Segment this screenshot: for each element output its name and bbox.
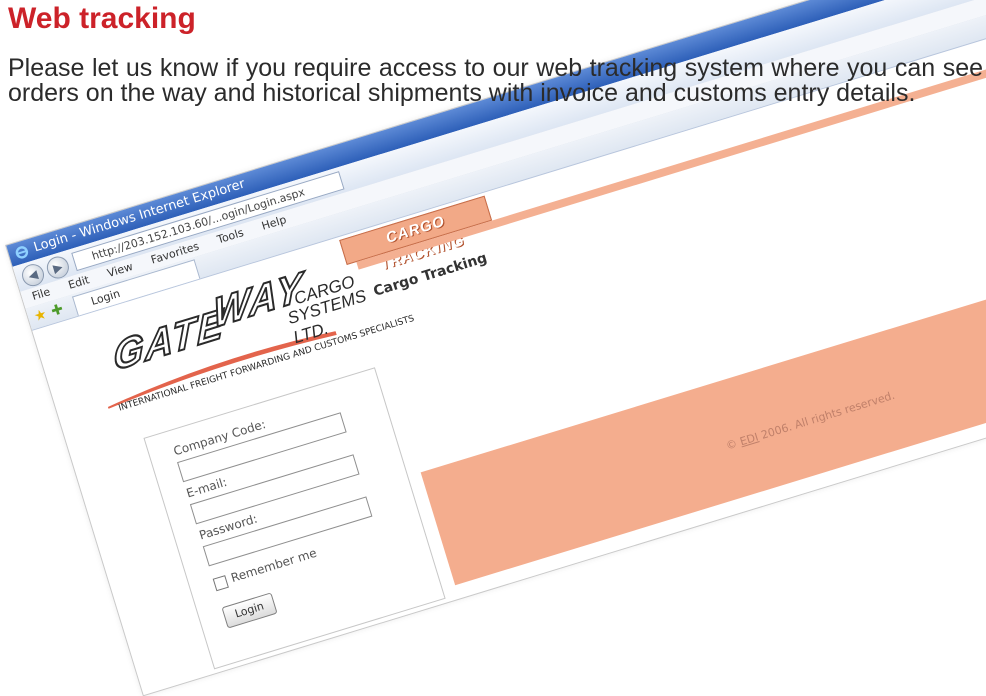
footer-bar: © EDI 2006. All rights reserved. [420,209,986,586]
section-heading: Web tracking [8,2,196,35]
add-favorite-icon[interactable]: ✚ [49,300,65,320]
favorites-star-icon[interactable]: ★ [32,305,49,325]
back-arrow-icon: ◀ [26,267,40,284]
menu-file[interactable]: File [30,285,51,303]
login-button[interactable]: Login [221,592,278,629]
internet-explorer-icon [15,246,29,259]
remember-me-checkbox[interactable] [212,575,229,592]
login-panel: Company Code: E-mail: Password: Remember… [143,367,446,670]
intro-paragraph: Please let us know if you require access… [8,54,983,107]
copyright-suffix: 2006. All rights reserved. [756,388,897,443]
copyright-text: © EDI 2006. All rights reserved. [724,389,896,453]
forward-arrow-icon: ▶ [51,259,65,276]
